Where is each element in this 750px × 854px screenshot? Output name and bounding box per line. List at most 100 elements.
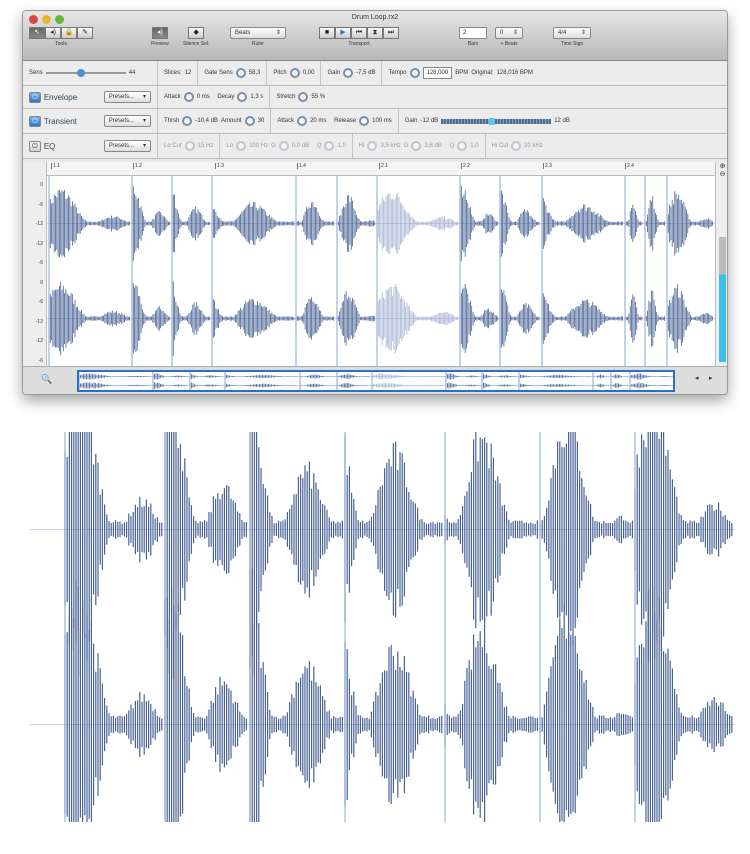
- rewind-button[interactable]: ⏮: [351, 27, 367, 39]
- ruler-mark: 2.1: [379, 163, 388, 169]
- hi-label: Hi: [358, 143, 365, 149]
- recycle-window: Drum Loop.rx2 ↖ ◂) 🔒 ✎ Tools ◂) Preview ◆…: [22, 10, 728, 395]
- zoom-in-icon[interactable]: ⊕: [716, 162, 727, 170]
- q2-value: 1,0: [470, 143, 479, 149]
- pencil-tool[interactable]: ✎: [77, 27, 93, 39]
- attack-label: Attack: [164, 94, 181, 100]
- transient-gain-slider[interactable]: [441, 117, 552, 125]
- tools-label: Tools: [55, 41, 67, 47]
- play-button[interactable]: ▶: [335, 27, 351, 39]
- q2-knob[interactable]: [457, 141, 468, 151]
- overview-strip: 🔍 ◂ ▸: [23, 366, 727, 394]
- g2-knob[interactable]: [411, 141, 422, 151]
- beat-ruler[interactable]: 1.1 1.2 1.3 1.4 2.1 2.2 2.3 2.4: [47, 162, 715, 176]
- level-tick: 0: [40, 279, 43, 286]
- g1-knob[interactable]: [278, 141, 289, 151]
- tempo-knob[interactable]: [409, 68, 420, 78]
- waveform-slice: [634, 585, 733, 854]
- waveform-slice: [64, 383, 163, 676]
- gain-max-label: 12 dB: [554, 118, 570, 124]
- stretch-knob[interactable]: [298, 92, 309, 102]
- level-tick: -6: [38, 357, 43, 364]
- hicut-value: 20 kHz: [524, 143, 543, 149]
- sens-slider[interactable]: [45, 69, 126, 77]
- sens-value: 44: [128, 70, 136, 76]
- beats-label: + Beats: [500, 41, 518, 47]
- lo-knob[interactable]: [236, 141, 247, 151]
- lo-value: 100 Hz: [249, 143, 269, 149]
- waveform-slice: [164, 588, 247, 854]
- speaker-tool[interactable]: ◂): [45, 27, 61, 39]
- pitch-label: Pitch: [273, 70, 287, 76]
- envelope-presets[interactable]: Presets... ▾: [103, 91, 151, 103]
- gain-min-label: -12 dB: [420, 118, 439, 124]
- forward-button[interactable]: ⏭: [383, 27, 399, 39]
- q1-label: Q: [316, 143, 322, 149]
- pitch-knob[interactable]: [289, 68, 300, 78]
- zoom-magnifier-icon[interactable]: 🔍: [41, 374, 52, 385]
- thrsh-knob[interactable]: [182, 116, 193, 126]
- amount-knob[interactable]: [244, 116, 255, 126]
- pointer-tool[interactable]: ↖: [29, 27, 45, 39]
- vertical-zoom-column: ⊕ ⊖: [715, 162, 727, 366]
- transient-power-button[interactable]: ⏻: [29, 115, 41, 127]
- g1-label: G: [271, 143, 276, 149]
- loop-button[interactable]: ⧗: [367, 27, 383, 39]
- sens-label: Sens: [29, 70, 43, 76]
- eq-presets[interactable]: Presets... ▾: [103, 140, 151, 152]
- g2-value: 3,6 dB: [424, 143, 442, 149]
- decay-label: Decay: [217, 94, 235, 100]
- timesig-value: 4/4: [558, 30, 567, 36]
- overview-scrollbar[interactable]: [77, 370, 675, 392]
- zoom-out-icon[interactable]: ⊖: [716, 170, 727, 178]
- waveform-view[interactable]: [47, 176, 715, 366]
- transient-presets[interactable]: Presets... ▾: [103, 115, 151, 127]
- transient-label: Transient: [43, 116, 77, 126]
- beats-stepper[interactable]: 0 ⇕: [495, 27, 523, 39]
- stepper-icon: ⇕: [275, 30, 281, 36]
- time-signature-select[interactable]: 4/4 ⇕: [553, 27, 591, 39]
- bpm-label: BPM: [455, 70, 469, 76]
- attack-knob[interactable]: [183, 92, 194, 102]
- zoomed-waveform-detail: [30, 379, 735, 854]
- ruler-mark: 1.2: [133, 163, 142, 169]
- hi-knob[interactable]: [367, 141, 378, 151]
- bars-input[interactable]: 2: [459, 27, 487, 39]
- stepper-icon: ⇕: [580, 30, 586, 36]
- waveform-slice: [539, 413, 633, 646]
- waveform-slice: [444, 430, 538, 629]
- silence-selected-button[interactable]: ◆: [188, 27, 205, 39]
- decay-knob[interactable]: [237, 92, 248, 102]
- locut-knob[interactable]: [184, 141, 195, 151]
- eq-power-button[interactable]: ⏻: [29, 140, 41, 152]
- transient-attack-knob[interactable]: [297, 116, 308, 126]
- stop-button[interactable]: ■: [319, 27, 335, 39]
- ruler-select[interactable]: Beats ⇕: [230, 27, 286, 39]
- toolbar: Drum Loop.rx2 ↖ ◂) 🔒 ✎ Tools ◂) Preview ◆…: [23, 11, 727, 61]
- ruler-mark: 2.2: [461, 163, 470, 169]
- release-knob[interactable]: [359, 116, 370, 126]
- preview-button[interactable]: ◂): [151, 27, 168, 39]
- locut-label: Lo Cut: [164, 143, 182, 149]
- level-meter: [719, 237, 726, 362]
- level-tick: 0: [40, 182, 43, 188]
- transport-label: Transport: [348, 41, 370, 47]
- q1-knob[interactable]: [324, 141, 335, 151]
- transient-attack-value: 20 ms: [310, 118, 327, 124]
- level-tick: -6: [38, 260, 43, 266]
- hicut-knob[interactable]: [511, 141, 522, 151]
- waveform-slice: [249, 384, 343, 675]
- slices-value: 12: [184, 70, 192, 76]
- ruler-mark: 2.3: [543, 163, 552, 169]
- tempo-input[interactable]: 128,000: [422, 67, 453, 79]
- gain-knob[interactable]: [343, 68, 354, 78]
- gate-knob[interactable]: [235, 68, 246, 78]
- scroll-left-icon[interactable]: ◂: [695, 374, 699, 382]
- scroll-right-icon[interactable]: ▸: [709, 374, 713, 382]
- waveform-slice: [444, 617, 538, 832]
- waveform-slice: [376, 283, 458, 354]
- envelope-power-button[interactable]: ⏻: [29, 91, 41, 103]
- release-label: Release: [334, 118, 357, 124]
- ruler-mark: 2.4: [625, 163, 634, 169]
- lock-tool[interactable]: 🔒: [61, 27, 77, 39]
